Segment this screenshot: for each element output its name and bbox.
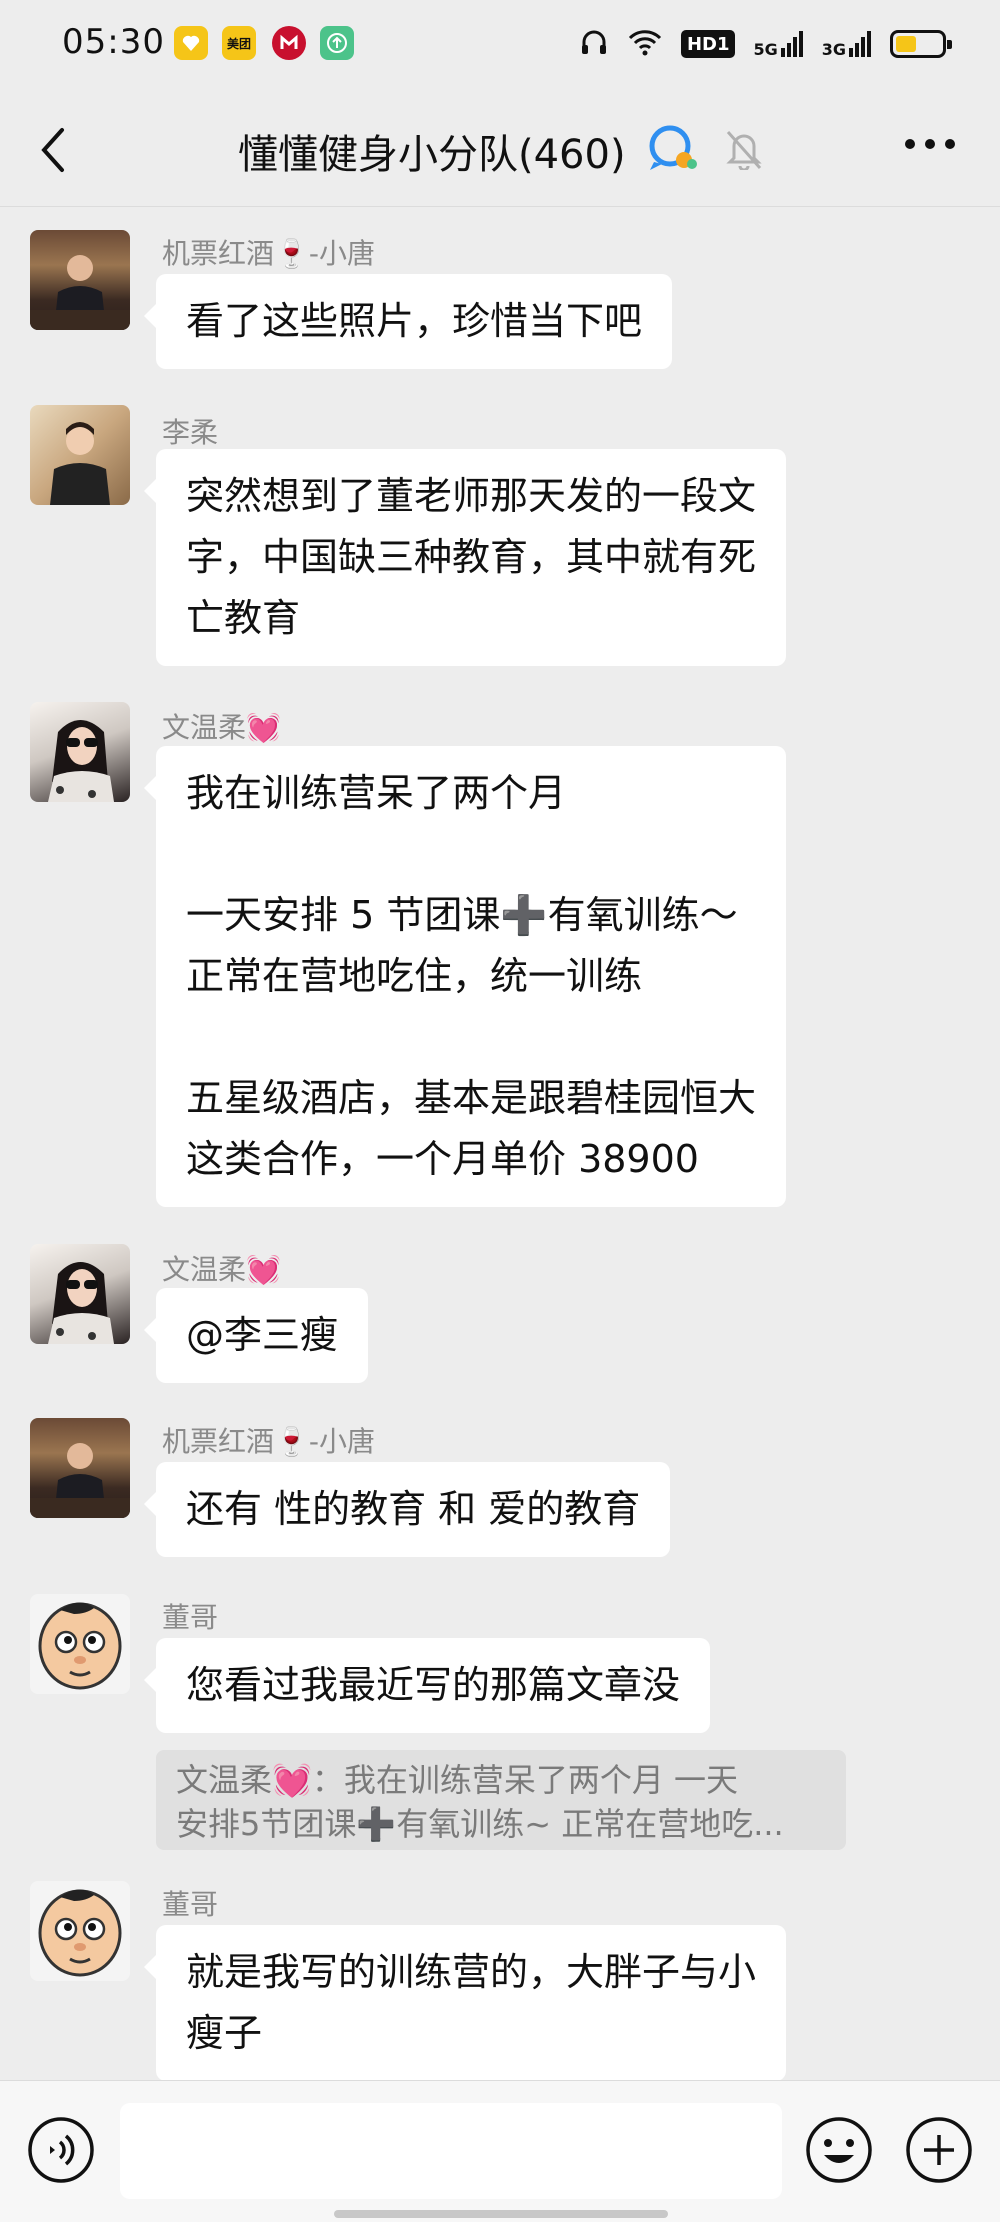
message-bubble[interactable]: 突然想到了董老师那天发的一段文 字，中国缺三种教育，其中就有死 亡教育 <box>143 449 787 666</box>
status-time: 05:30 <box>62 22 165 62</box>
favorite-app-icon <box>174 26 208 60</box>
group-chat-icon <box>646 122 702 174</box>
status-bar: 05:30 美团 HD1 5G 3G <box>0 0 1000 92</box>
mute-bell-icon <box>724 128 764 172</box>
message-bubble[interactable]: 就是我写的训练营的，大胖子与小 瘦子 <box>143 1925 787 2081</box>
avatar[interactable] <box>30 1244 130 1344</box>
sender-name: 文温柔💓 <box>162 711 281 744</box>
meituan-label: 美团 <box>226 36 251 51</box>
message-bubble[interactable]: @李三瘦 <box>143 1288 369 1383</box>
message-bubble[interactable]: 我在训练营呆了两个月 一天安排 5 节团课➕有氧训练～ 正常在营地吃住，统一训练… <box>143 746 787 1207</box>
chat-title[interactable]: 懂懂健身小分队(460) <box>238 122 626 180</box>
voice-input-icon[interactable] <box>26 2115 96 2185</box>
bank-app-icon <box>272 26 306 60</box>
message-input[interactable] <box>120 2103 782 2199</box>
sender-name: 文温柔💓 <box>162 1253 281 1286</box>
battery-icon <box>890 30 952 58</box>
avatar[interactable] <box>30 1418 130 1518</box>
input-bar <box>0 2080 1000 2222</box>
avatar[interactable] <box>30 230 130 330</box>
plus-icon[interactable] <box>904 2115 974 2185</box>
quoted-message[interactable]: 文温柔💓：我在训练营呆了两个月 一天 安排5节团课➕有氧训练~ 正常在营地吃..… <box>156 1750 846 1850</box>
avatar[interactable] <box>30 405 130 505</box>
emoji-icon[interactable] <box>804 2115 874 2185</box>
hd-badge: HD1 <box>680 30 736 58</box>
avatar[interactable] <box>30 1881 130 1981</box>
sender-name: 李柔 <box>162 416 219 449</box>
quote-line: 安排5节团课➕有氧训练~ 正常在营地吃... <box>176 1805 784 1843</box>
meituan-app-icon: 美团 <box>222 26 256 60</box>
sender-name: 机票红酒🍷-小唐 <box>162 1425 375 1458</box>
message-bubble[interactable]: 还有 性的教育 和 爱的教育 <box>143 1462 671 1557</box>
avatar[interactable] <box>30 702 130 802</box>
message-bubble[interactable]: 看了这些照片，珍惜当下吧 <box>143 274 673 369</box>
signal-5g-icon: 5G <box>753 30 803 58</box>
signal-3g-icon: 3G <box>822 30 872 58</box>
headphones-icon <box>579 27 609 61</box>
more-options-icon[interactable] <box>900 134 960 154</box>
status-right: HD1 5G 3G <box>579 24 952 64</box>
net1-label: 5G <box>753 40 778 59</box>
avatar[interactable] <box>30 1594 130 1694</box>
upload-app-icon <box>320 26 354 60</box>
quote-line: 文温柔💓：我在训练营呆了两个月 一天 <box>176 1761 739 1799</box>
sender-name: 机票红酒🍷-小唐 <box>162 237 375 270</box>
chat-header: 懂懂健身小分队(460) <box>0 92 1000 207</box>
back-arrow-icon[interactable] <box>30 120 74 180</box>
sender-name: 董哥 <box>162 1888 219 1921</box>
home-indicator[interactable] <box>334 2210 668 2218</box>
sender-name: 董哥 <box>162 1601 219 1634</box>
message-bubble[interactable]: 您看过我最近写的那篇文章没 <box>143 1638 711 1733</box>
wifi-icon <box>627 27 663 61</box>
net2-label: 3G <box>821 40 846 59</box>
